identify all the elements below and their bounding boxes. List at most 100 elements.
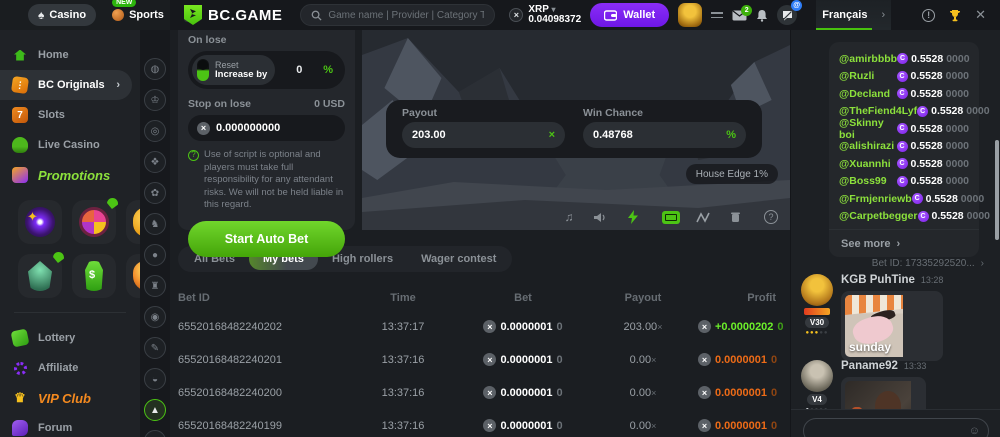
promo-rakeback-tile[interactable] [18,254,62,298]
game-icon-10[interactable]: ✎ [144,337,166,359]
inbox-button[interactable]: 2 [732,10,747,21]
games-rail: ◍ ♔ ◎ ❖ ✿ ♞ ● ♜ ◉ ✎ ◒ ▲ ♣ [140,30,170,437]
slots-icon: 7 [12,107,28,123]
col-bet-id: Bet ID [178,292,348,304]
casino-label: Casino [49,9,86,21]
turbo-bolt-icon[interactable] [628,210,646,224]
scrollbar[interactable] [995,140,999,240]
payout-value: 203.00 [412,129,446,141]
chat-username[interactable]: Paname92 [841,360,898,372]
winner-row[interactable]: @RuzliC0.55280000 [839,68,969,86]
promo-wheel-tile[interactable] [72,200,116,244]
stop-amount-field[interactable]: × 0.000000000 [188,115,345,141]
promo-spin-tile[interactable] [18,200,62,244]
winner-row[interactable]: @FrmjenriewbC0.55280000 [839,190,969,208]
sidebar-item-bc-originals[interactable]: BC Originals › [0,70,132,100]
avatar[interactable] [801,274,833,306]
payout-field[interactable]: 203.00 × [402,122,565,148]
game-icon-2[interactable]: ♔ [144,89,166,111]
sidebar-item-home[interactable]: Home [0,40,140,70]
winner-row[interactable]: @amirbbbbC0.55280000 [839,50,969,68]
balance-value: 0.04098372 [528,15,581,25]
trends-icon[interactable] [696,212,714,223]
winner-row[interactable]: @Boss99C0.55280000 [839,173,969,191]
promo-bonus-tile[interactable] [72,254,116,298]
trophy-icon[interactable] [948,9,962,22]
sound-icon[interactable] [594,212,612,223]
spade-icon: ♠ [38,8,44,22]
game-icon-5[interactable]: ✿ [144,182,166,204]
game-icon-7[interactable]: ● [144,244,166,266]
game-icon-11[interactable]: ◒ [144,368,166,390]
wallet-icon [604,10,617,21]
table-row[interactable]: 65520168482240201 13:37:16 ×0.00000010 0… [178,343,776,376]
avatar[interactable] [801,360,833,392]
chat-toggle-button[interactable]: @ [777,5,797,25]
tab-wager-contest[interactable]: Wager contest [407,248,510,270]
currency-selector[interactable]: × XRP ▾ 0.04098372 [509,5,581,25]
winner-row[interactable]: @alishiraziC0.55280000 [839,138,969,156]
affiliate-icon [12,360,28,376]
sidebar-item-lottery[interactable]: Lottery [0,323,140,353]
sports-tab[interactable]: NEW Sports [102,4,174,26]
game-icon-4[interactable]: ❖ [144,151,166,173]
sidebar-item-label: Slots [38,109,65,121]
music-icon[interactable]: ♫ [560,210,578,224]
start-auto-bet-button[interactable]: Start Auto Bet [188,221,345,257]
table-row[interactable]: 65520168482240202 13:37:17 ×0.00000010 2… [178,310,776,343]
increase-value[interactable]: 0 [275,64,323,76]
winner-row[interactable]: @XuannhiC0.55280000 [839,155,969,173]
emoji-icon[interactable]: ☺ [969,425,980,437]
game-icon-13[interactable]: ♣ [144,430,166,437]
info-icon[interactable]: ! [922,9,935,22]
percent-icon: % [726,129,736,141]
promotions-grid [0,190,140,302]
winner-row[interactable]: @Skinny boiC0.55280000 [839,120,969,138]
game-icon-3[interactable]: ◎ [144,120,166,142]
table-row[interactable]: 65520168482240199 13:37:16 ×0.00000010 0… [178,409,776,437]
game-icon-8[interactable]: ♜ [144,275,166,297]
bet-id-link[interactable]: Bet ID: 17335292520...› [872,258,984,269]
user-avatar[interactable] [678,3,702,27]
chat-input[interactable]: ☺ [803,418,989,437]
sidebar-item-affiliate[interactable]: Affiliate [0,353,140,383]
game-icon-rocket-active[interactable]: ▲ [144,399,166,421]
chat-image[interactable]: sunday [841,291,943,361]
logo[interactable]: BC.GAME [184,5,282,25]
stop-on-lose-usd: 0 USD [314,98,345,110]
table-row[interactable]: 65520168482240200 13:37:16 ×0.00000010 0… [178,376,776,409]
bell-icon[interactable] [756,9,768,22]
menu-lines-icon[interactable] [711,12,723,18]
wallet-button[interactable]: Wallet [590,3,669,27]
help-circle-icon[interactable]: ? [764,210,782,224]
winner-row[interactable]: @CarpetbeggerC0.55280000 [839,208,969,226]
language-selector[interactable]: Français › [816,0,891,30]
game-icon-9[interactable]: ◉ [144,306,166,328]
chat-message: V30 ●●●●● KGB PuhTine 13:28 sunday [801,274,943,361]
see-more-button[interactable]: See more› [829,229,979,257]
search-bar[interactable] [300,4,495,26]
game-icon-1[interactable]: ◍ [144,58,166,80]
sidebar-item-label: Home [38,49,69,61]
game-icon-6[interactable]: ♞ [144,213,166,235]
casino-tab[interactable]: ♠ Casino [28,4,96,26]
search-input[interactable] [328,10,484,21]
sidebar-item-vip-club[interactable]: ♛ VIP Club [0,383,140,413]
percent-sign: % [323,64,341,76]
auto-bet-panel: On lose Reset Increase by 0 % Stop on lo… [178,30,355,230]
dice-icon [11,76,29,94]
sidebar-item-live-casino[interactable]: Live Casino [0,130,140,160]
close-icon[interactable]: ✕ [975,7,986,23]
sidebar-item-slots[interactable]: 7 Slots [0,100,140,130]
win-chance-field[interactable]: 0.48768 % [583,122,746,148]
toggle-switch-icon [197,59,209,81]
winner-row[interactable]: @DeclandC0.55280000 [839,85,969,103]
sidebar-item-promotions[interactable]: Promotions [0,160,140,190]
lottery-ticket-icon [11,329,30,348]
chat-username[interactable]: KGB PuhTine [841,274,915,286]
seed-icon[interactable] [730,211,748,223]
hotkeys-icon[interactable] [662,210,680,224]
reset-increase-toggle[interactable]: Reset Increase by [192,55,275,85]
sidebar-item-forum[interactable]: Forum [0,413,140,437]
search-icon [311,10,322,21]
